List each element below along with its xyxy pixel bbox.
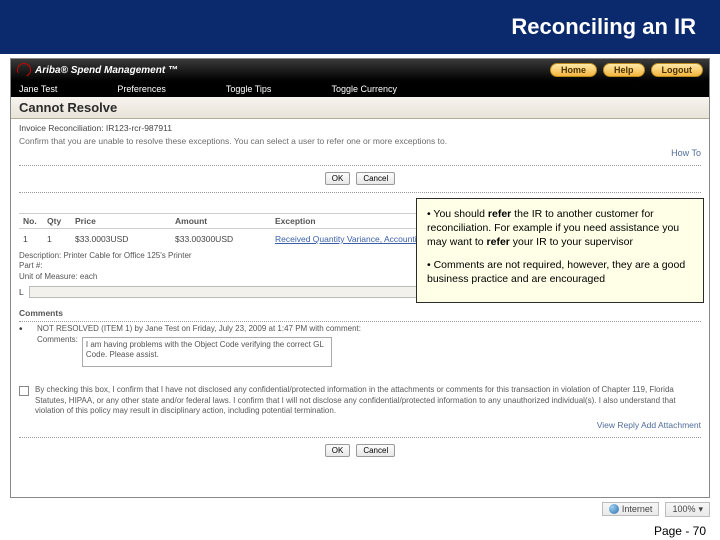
menu-toggle-currency[interactable]: Toggle Currency xyxy=(331,84,397,94)
status-internet: Internet xyxy=(602,502,660,516)
col-no: No. xyxy=(19,216,47,226)
menu-toggle-tips[interactable]: Toggle Tips xyxy=(226,84,272,94)
disclaimer-text: By checking this box, I confirm that I h… xyxy=(35,385,701,416)
bullet-icon: • xyxy=(19,324,27,335)
ariba-brand-text: Ariba® Spend Management ™ xyxy=(35,65,178,76)
browser-status-bar: Internet 100% ▾ xyxy=(602,500,710,518)
divider xyxy=(19,436,701,438)
callout-p2: • Comments are not required, however, th… xyxy=(427,258,693,286)
status-zoom[interactable]: 100% ▾ xyxy=(665,502,710,517)
cell-qty: 1 xyxy=(47,234,75,244)
section-header: Cannot Resolve xyxy=(11,97,709,119)
comment-field-label: Comments: xyxy=(37,335,78,344)
accum-label: L xyxy=(19,287,29,297)
menu-strip: Jane Test Preferences Toggle Tips Toggle… xyxy=(11,81,709,97)
menu-preferences[interactable]: Preferences xyxy=(117,84,166,94)
col-qty: Qty xyxy=(47,216,75,226)
cell-price: $33.0003USD xyxy=(75,234,175,244)
divider xyxy=(19,320,701,322)
comment-textarea[interactable]: I am having problems with the Object Cod… xyxy=(82,337,332,367)
ok-button-bottom[interactable]: OK xyxy=(325,444,351,457)
ariba-header: Ariba® Spend Management ™ Home Help Logo… xyxy=(11,59,709,81)
callout-p1: • You should refer the IR to another cus… xyxy=(427,207,693,250)
disclaimer-checkbox[interactable] xyxy=(19,386,29,396)
view-reply-links[interactable]: View Reply Add Attachment xyxy=(19,420,701,430)
divider xyxy=(19,164,701,166)
instruction-callout: • You should refer the IR to another cus… xyxy=(416,198,704,303)
logout-button[interactable]: Logout xyxy=(651,63,704,77)
comment-meta: NOT RESOLVED (ITEM 1) by Jane Test on Fr… xyxy=(37,324,701,333)
how-to-link[interactable]: How To xyxy=(19,148,701,158)
ariba-logo-icon xyxy=(15,61,33,79)
cell-amount: $33.00300USD xyxy=(175,234,275,244)
slide-title-bar: Reconciling an IR xyxy=(0,0,720,54)
globe-icon xyxy=(609,504,619,514)
cancel-button-top[interactable]: Cancel xyxy=(356,172,395,185)
cancel-button-bottom[interactable]: Cancel xyxy=(356,444,395,457)
menu-user[interactable]: Jane Test xyxy=(19,84,57,94)
page-number: Page - 70 xyxy=(654,524,706,538)
comment-entry: • NOT RESOLVED (ITEM 1) by Jane Test on … xyxy=(19,324,701,367)
chevron-down-icon: ▾ xyxy=(698,504,703,515)
cell-no: 1 xyxy=(19,234,47,244)
help-button[interactable]: Help xyxy=(603,63,645,77)
instruction-text: Confirm that you are unable to resolve t… xyxy=(19,136,701,146)
disclaimer-row: By checking this box, I confirm that I h… xyxy=(19,385,701,416)
home-button[interactable]: Home xyxy=(550,63,597,77)
divider xyxy=(19,191,701,193)
col-amount: Amount xyxy=(175,216,275,226)
comments-section-label: Comments xyxy=(19,308,701,318)
col-price: Price xyxy=(75,216,175,226)
invoice-id-line: Invoice Reconciliation: IR123-rcr-987911 xyxy=(19,123,701,133)
section-title: Cannot Resolve xyxy=(19,100,117,115)
slide-title: Reconciling an IR xyxy=(511,14,696,40)
ok-button-top[interactable]: OK xyxy=(325,172,351,185)
